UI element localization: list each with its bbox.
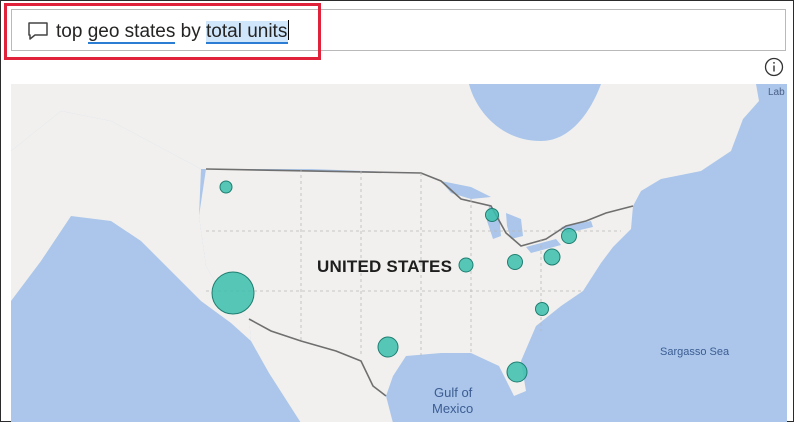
bubble-texas[interactable] <box>377 336 399 358</box>
bubble-florida[interactable] <box>506 361 528 383</box>
bubble-washington[interactable] <box>219 180 233 194</box>
bubble-illinois[interactable] <box>458 257 474 273</box>
visual-frame: top geo states by total units UNITED STA… <box>0 0 794 422</box>
map-visual[interactable] <box>11 84 787 422</box>
bubble-new-york[interactable] <box>561 228 577 244</box>
query-highlight-box <box>4 3 321 60</box>
bubble-north-carolina[interactable] <box>535 302 549 316</box>
info-icon[interactable] <box>764 57 784 77</box>
gulf-label-line1: Gulf of <box>434 385 473 400</box>
bubble-michigan[interactable] <box>485 208 499 222</box>
edge-label: Lab <box>768 87 785 98</box>
bubble-california[interactable] <box>211 271 255 315</box>
map-canvas <box>11 84 787 422</box>
sea-label: Sargasso Sea <box>660 346 730 358</box>
gulf-label-line2: Mexico <box>432 401 474 416</box>
bubble-pennsylvania[interactable] <box>543 248 561 266</box>
bubble-ohio[interactable] <box>507 254 523 270</box>
country-label: UNITED STATES <box>317 257 453 276</box>
